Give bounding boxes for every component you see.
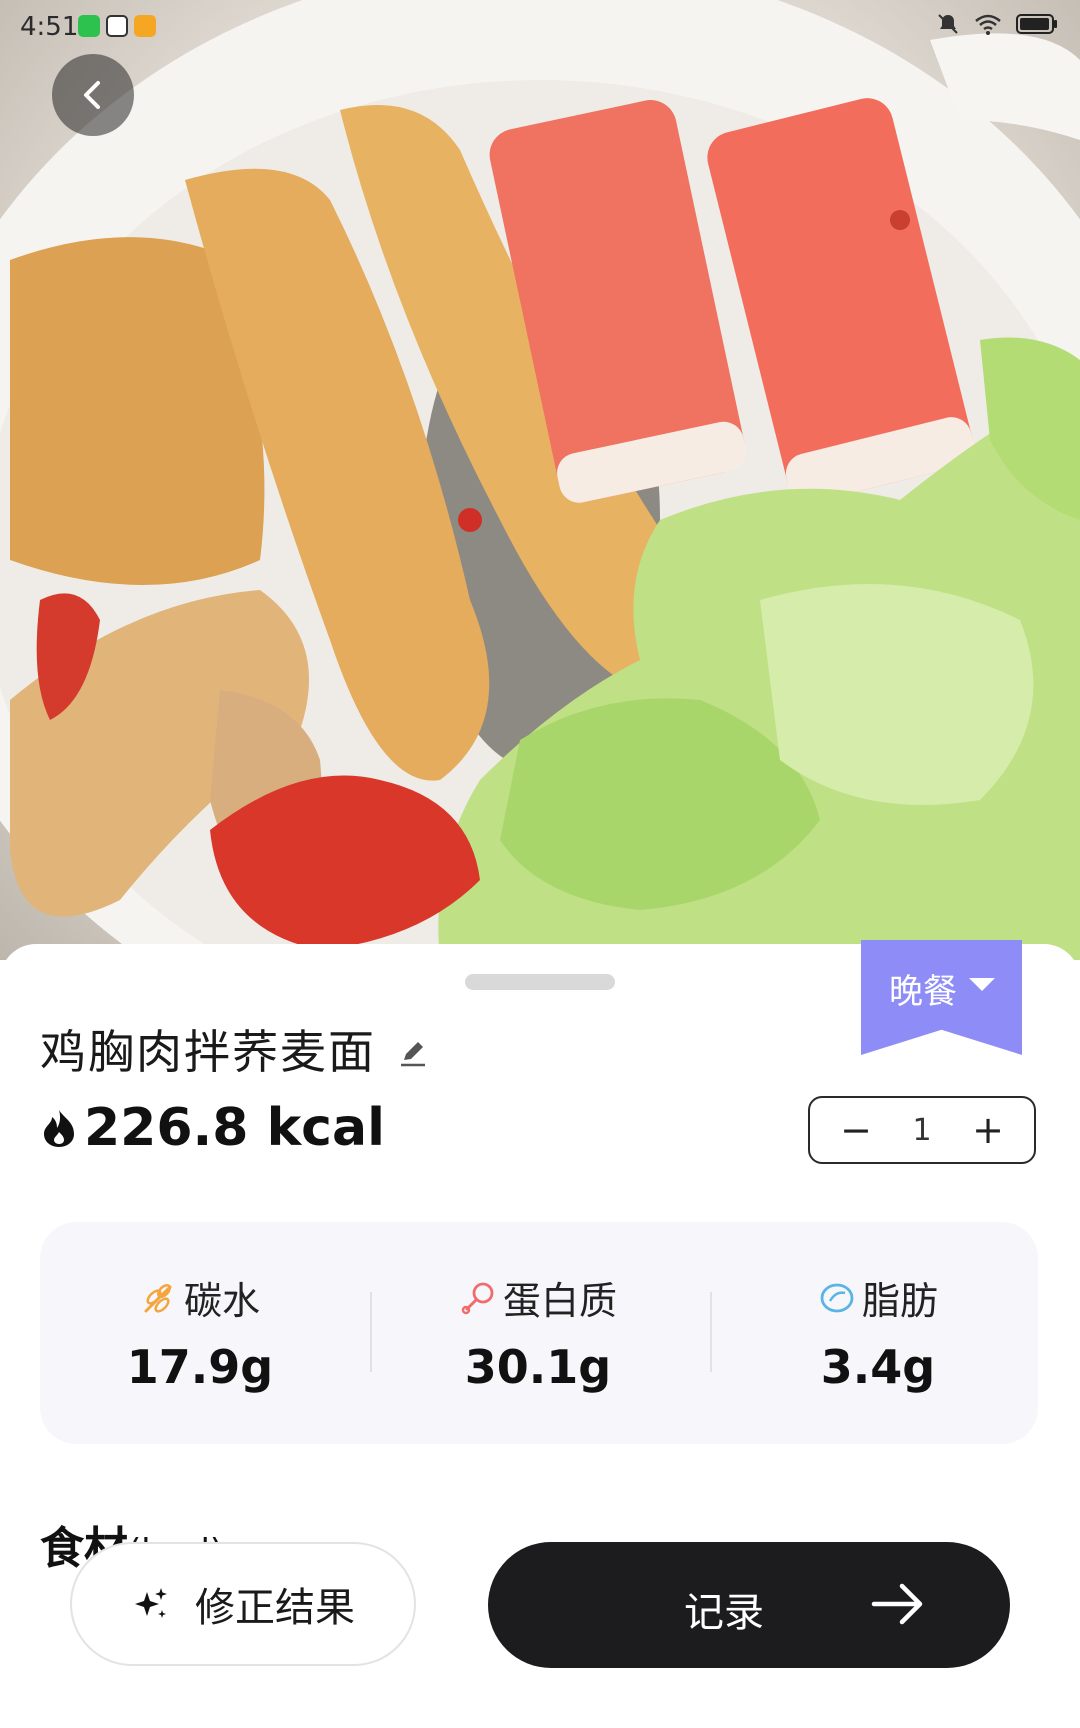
weibo-icon [134, 15, 156, 37]
increment-button[interactable]: + [970, 1108, 1006, 1152]
calorie-row: 226.8 kcal [40, 1098, 385, 1158]
quantity-value[interactable]: 1 [912, 1113, 931, 1148]
edit-pencil-icon[interactable] [398, 1038, 428, 1068]
decrement-button[interactable]: − [838, 1108, 874, 1152]
macro-protein-label: 蛋白质 [502, 1279, 617, 1323]
sheet-drag-handle[interactable] [465, 974, 615, 990]
status-bar: 4:51 [0, 0, 1080, 56]
record-button[interactable]: 记录 [488, 1542, 1010, 1668]
oil-drop-icon [820, 1283, 854, 1312]
drumstick-icon [461, 1282, 494, 1314]
caret-down-icon [969, 978, 995, 991]
macro-protein: 蛋白质 30.1g [378, 1222, 698, 1444]
flame-icon [44, 1110, 74, 1147]
back-button[interactable] [52, 54, 134, 136]
wheat-icon [144, 1283, 172, 1313]
macro-divider [370, 1292, 372, 1372]
camera-app-icon [106, 15, 128, 37]
food-name: 鸡胸肉拌荞麦面 [40, 1025, 376, 1079]
food-photo [0, 0, 1080, 960]
macro-fat: 脂肪 3.4g [718, 1222, 1038, 1444]
fix-result-button[interactable]: 修正结果 [70, 1542, 416, 1666]
macro-fat-label: 脂肪 [861, 1279, 938, 1323]
arrow-right-icon [871, 1583, 923, 1625]
wechat-icon [78, 15, 100, 37]
quantity-stepper: − 1 + [808, 1096, 1036, 1164]
fix-result-label: 修正结果 [195, 1585, 355, 1631]
chevron-left-icon [84, 81, 100, 109]
record-label: 记录 [684, 1590, 764, 1636]
macro-carbs-value: 17.9g [126, 1340, 274, 1394]
meal-type-selector[interactable]: 晚餐 [861, 940, 1022, 1055]
status-right-icons [936, 12, 1058, 36]
status-time: 4:51 [20, 12, 79, 42]
macro-fat-value: 3.4g [820, 1340, 936, 1394]
wifi-icon [975, 14, 1001, 35]
macro-protein-value: 30.1g [464, 1340, 612, 1394]
calorie-value: 226.8 kcal [84, 1098, 385, 1158]
battery-icon [1016, 14, 1057, 34]
macro-carbs-label: 碳水 [183, 1279, 260, 1323]
meal-type-label: 晚餐 [889, 972, 957, 1012]
macro-carbs: 碳水 17.9g [40, 1222, 360, 1444]
mute-bell-icon [938, 14, 958, 34]
macro-summary-card: 碳水 17.9g 蛋白质 30.1g 脂肪 3.4g [40, 1222, 1038, 1444]
macro-divider [710, 1292, 712, 1372]
sparkle-icon [135, 1588, 167, 1618]
